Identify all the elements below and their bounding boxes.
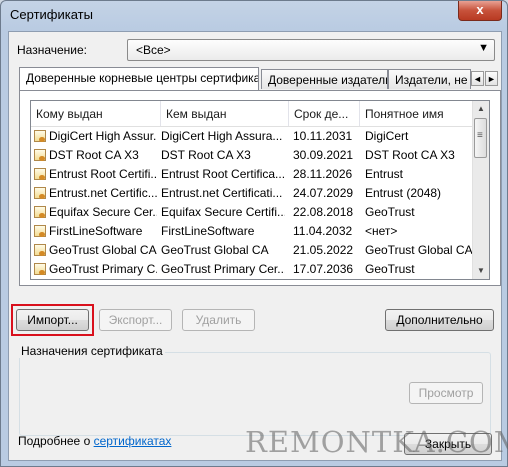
tab-scroll-right-button[interactable]: ►: [485, 71, 498, 86]
column-header-issued-to[interactable]: Кому выдан: [31, 101, 161, 126]
footer-learn-more: Подробнее о сертификатах: [18, 434, 172, 448]
table-cell: Entrust: [365, 167, 404, 181]
table-cell: Entrust (2048): [365, 186, 442, 200]
tab-label: Доверенные корневые центры сертификации: [26, 71, 259, 85]
table-cell: 17.07.2036: [293, 262, 354, 276]
remove-button[interactable]: Удалить: [182, 309, 255, 331]
table-cell: GeoTrust: [365, 205, 415, 219]
purpose-select-value: <Все>: [136, 43, 171, 57]
table-row[interactable]: GeoTrust Global CA GeoTrust Global CA 21.0…: [31, 241, 473, 260]
certificate-icon: [34, 149, 46, 161]
table-cell: FirstLineSoftware: [161, 224, 255, 238]
certificate-icon: [34, 225, 46, 237]
column-header-friendly-name[interactable]: Понятное имя: [360, 101, 473, 126]
scroll-up-button[interactable]: ▲: [473, 101, 489, 117]
certificate-icon: [34, 206, 46, 218]
table-cell: DigiCert High Assura...: [161, 129, 283, 143]
window-close-button[interactable]: x: [458, 1, 502, 21]
purpose-label: Назначение:: [17, 43, 88, 57]
tab-trusted-root-ca[interactable]: Доверенные корневые центры сертификации: [19, 67, 259, 90]
arrow-right-icon: ►: [487, 74, 496, 84]
table-cell: Entrust Root Certifica...: [161, 167, 285, 181]
certificate-icon: [34, 187, 46, 199]
certificate-icon: [34, 263, 46, 275]
table-cell: 11.04.2032: [293, 224, 353, 238]
column-header-issued-by[interactable]: Кем выдан: [161, 101, 289, 126]
export-button[interactable]: Экспорт...: [99, 309, 172, 331]
list-rows: DigiCert High Assur... DigiCert High Assu…: [31, 127, 473, 280]
table-row[interactable]: DST Root CA X3 DST Root CA X3 30.09.2021 DS…: [31, 146, 473, 165]
table-cell: Entrust.net Certificati...: [161, 186, 283, 200]
table-cell: FirstLineSoftware: [49, 224, 143, 238]
arrow-down-icon: ▼: [477, 266, 485, 275]
table-cell: Entrust.net Certific...: [49, 186, 157, 200]
close-icon: x: [476, 2, 484, 17]
table-cell: DST Root CA X3: [49, 148, 139, 162]
table-cell: DST Root CA X3: [365, 148, 455, 162]
table-row[interactable]: Entrust.net Certific... Entrust.net Certi…: [31, 184, 473, 203]
table-cell: GeoTrust Global CA: [49, 243, 157, 257]
watermark: REMONTKA.COM: [245, 425, 508, 459]
table-cell: 28.11.2026: [293, 167, 353, 181]
arrow-up-icon: ▲: [477, 104, 485, 113]
table-cell: 24.07.2029: [293, 186, 354, 200]
table-cell: GeoTrust Primary Cer...: [161, 262, 285, 276]
tab-trusted-publishers[interactable]: Доверенные издатели: [261, 69, 388, 89]
table-cell: Equifax Secure Cer...: [49, 205, 157, 219]
tab-untrusted-publishers[interactable]: Издатели, не: [388, 69, 471, 89]
scroll-down-button[interactable]: ▼: [473, 263, 489, 279]
import-button[interactable]: Импорт...: [11, 304, 94, 336]
advanced-button[interactable]: Дополнительно: [385, 309, 494, 331]
scroll-thumb[interactable]: [474, 118, 487, 158]
vertical-scrollbar[interactable]: ▲ ▼: [472, 101, 489, 279]
arrow-left-icon: ◄: [473, 74, 482, 84]
view-button[interactable]: Просмотр: [409, 382, 483, 404]
table-cell: GeoTrust Global CA: [365, 243, 473, 257]
table-cell: GeoTrust Global CA: [161, 243, 269, 257]
certificate-icon: [34, 130, 46, 142]
table-cell: DigiCert: [365, 129, 409, 143]
table-row[interactable]: GeoTrust Primary C...GeoTrust Primary Ce…: [31, 279, 473, 280]
table-cell: GeoTrust: [365, 262, 415, 276]
table-cell: 10.11.2031: [293, 129, 353, 143]
table-cell: DST Root CA X3: [161, 148, 251, 162]
list-header: Кому выдан Кем выдан Срок де... Понятное…: [31, 101, 473, 127]
table-cell: Entrust Root Certifi...: [49, 167, 157, 181]
table-cell: <нет>: [365, 224, 398, 238]
table-cell: GeoTrust Primary C...: [49, 262, 157, 276]
table-cell: 30.09.2021: [293, 148, 354, 162]
dialog-body: Назначение: <Все> ▼ Доверенные корневые …: [8, 31, 502, 461]
table-row[interactable]: DigiCert High Assur... DigiCert High Assu…: [31, 127, 473, 146]
certificate-icon: [34, 168, 46, 180]
chevron-down-icon: ▼: [478, 42, 489, 54]
table-cell: 22.08.2018: [293, 205, 354, 219]
certificate-icon: [34, 244, 46, 256]
title-bar[interactable]: Сертификаты x: [1, 1, 507, 31]
certificate-list[interactable]: Кому выдан Кем выдан Срок де... Понятное…: [30, 100, 490, 280]
tab-label: Издатели, не: [395, 73, 468, 87]
table-row[interactable]: GeoTrust Primary C... GeoTrust Primary Ce…: [31, 260, 473, 279]
purpose-select[interactable]: <Все> ▼: [127, 39, 495, 61]
tab-scroll-left-button[interactable]: ◄: [471, 71, 484, 86]
certificates-window: Сертификаты x Назначение: <Все> ▼ Довере…: [0, 0, 508, 467]
learn-more-link[interactable]: сертификатах: [94, 434, 172, 448]
table-row[interactable]: Equifax Secure Cer... Equifax Secure Cert…: [31, 203, 473, 222]
table-row[interactable]: FirstLineSoftware FirstLineSoftware 11.04.…: [31, 222, 473, 241]
certificate-purposes-title: Назначения сертификата: [19, 344, 165, 358]
tab-label: Доверенные издатели: [268, 73, 388, 87]
window-title: Сертификаты: [10, 7, 93, 22]
tab-strip: Доверенные корневые центры сертификации …: [19, 67, 499, 91]
table-cell: Equifax Secure Certifi...: [161, 205, 285, 219]
table-cell: 21.05.2022: [293, 243, 354, 257]
table-cell: DigiCert High Assur...: [49, 129, 157, 143]
table-row[interactable]: Entrust Root Certifi... Entrust Root Cert…: [31, 165, 473, 184]
tab-panel: Кому выдан Кем выдан Срок де... Понятное…: [19, 90, 501, 286]
column-header-expiration[interactable]: Срок де...: [289, 101, 360, 126]
